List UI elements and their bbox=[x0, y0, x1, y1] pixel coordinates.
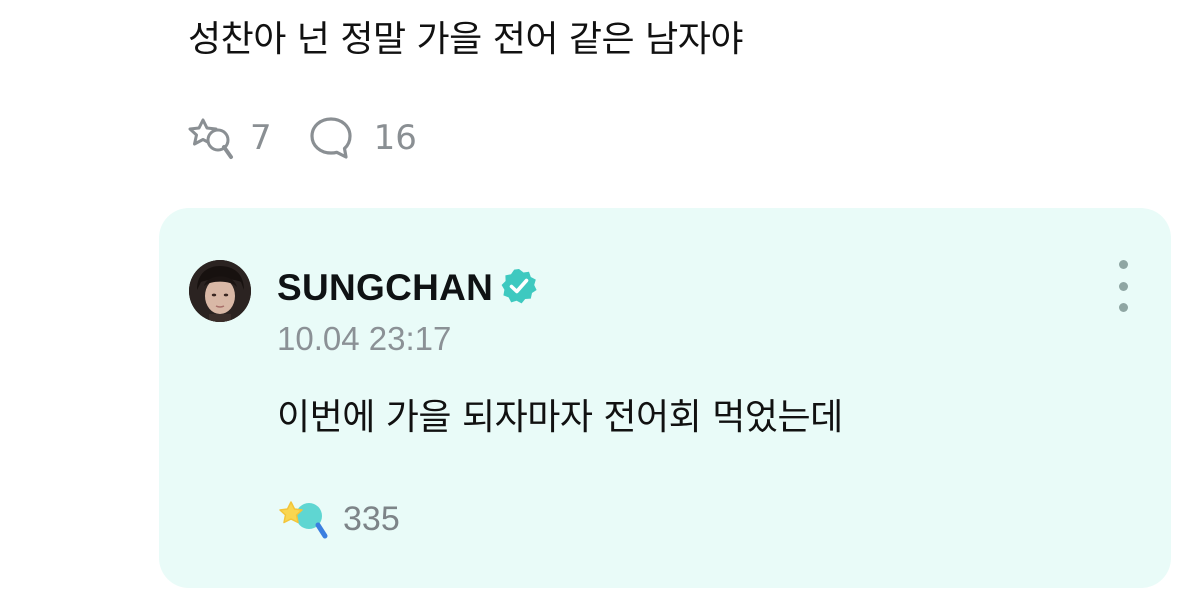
comment-button[interactable]: 16 bbox=[308, 114, 417, 162]
verified-badge-icon bbox=[499, 266, 539, 310]
reply-timestamp: 10.04 23:17 bbox=[277, 320, 452, 357]
author-name[interactable]: SUNGCHAN bbox=[277, 267, 493, 309]
comment-count: 16 bbox=[373, 118, 417, 158]
avatar[interactable] bbox=[189, 260, 251, 322]
author-row: SUNGCHAN bbox=[277, 264, 539, 312]
cheer-button[interactable]: 7 bbox=[186, 113, 308, 163]
cheer-reaction-icon bbox=[277, 494, 329, 544]
reply-text: 이번에 가을 되자마자 전어회 먹었는데 bbox=[277, 397, 843, 438]
artist-reply-card: SUNGCHAN 10.04 23:17 이번에 가을 되자마자 전어회 먹었는… bbox=[159, 208, 1171, 588]
post-text: 성찬아 넌 정말 가을 전어 같은 남자야 bbox=[188, 19, 743, 60]
cheer-icon bbox=[186, 113, 236, 163]
more-vertical-icon bbox=[1118, 260, 1128, 269]
cheer-count: 7 bbox=[250, 118, 272, 158]
post-actions: 7 16 bbox=[186, 112, 417, 164]
reaction-count: 335 bbox=[343, 499, 400, 538]
comment-bubble-icon bbox=[308, 114, 354, 162]
reply-reaction-button[interactable]: 335 bbox=[277, 494, 400, 544]
more-options-button[interactable] bbox=[1111, 260, 1135, 312]
